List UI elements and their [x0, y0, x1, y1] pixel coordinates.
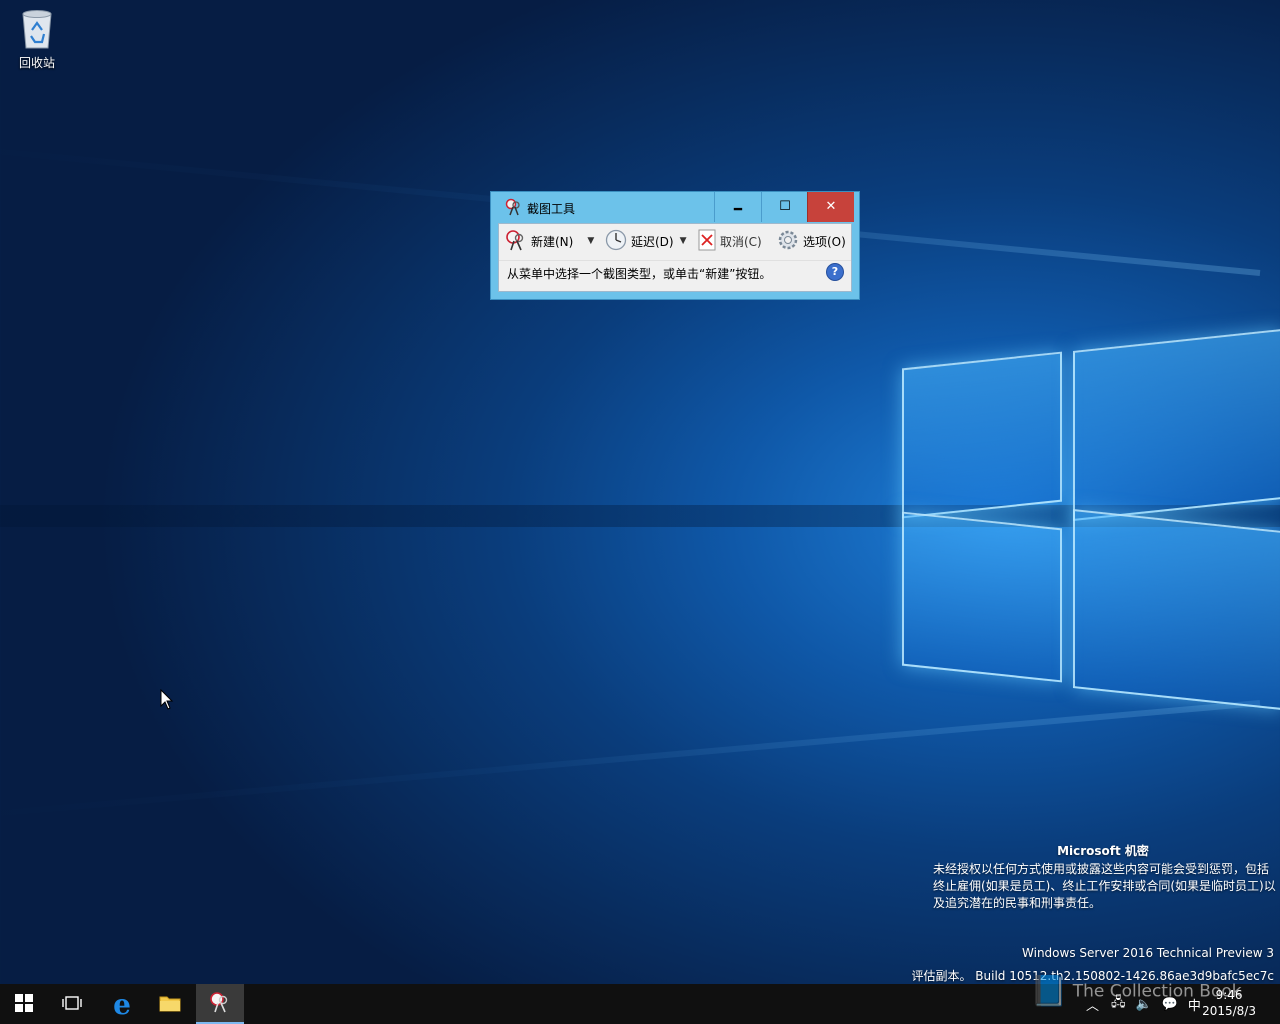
book-icon: 📘 [1030, 974, 1068, 1009]
cancel-button[interactable]: 取消(C) [698, 228, 762, 254]
new-snip-dropdown-arrow[interactable]: ▼ [587, 236, 594, 246]
snipping-tool-app-icon [505, 198, 523, 216]
title-bar[interactable]: 截图工具 🗕 ☐ ✕ [491, 192, 859, 223]
start-button[interactable] [0, 984, 48, 1024]
recycle-bin-shortcut[interactable]: 回收站 [8, 6, 66, 71]
edition-text: Windows Server 2016 Technical Preview 3 [1022, 946, 1274, 960]
window-client-area: 新建(N) ▼ 延迟(D) ▼ 取消(C) 选项(O) 从菜单中选择一个截图类型… [498, 223, 852, 292]
overlay-watermark: 📘 The Collection Book [1030, 974, 1242, 1009]
status-text: 从菜单中选择一个截图类型，或单击“新建”按钮。 [507, 267, 772, 281]
wallpaper-pane-4 [1073, 509, 1280, 710]
overlay-watermark-text: The Collection Book [1072, 981, 1242, 1002]
recycle-bin-label: 回收站 [18, 56, 55, 70]
window-title: 截图工具 [527, 202, 576, 216]
close-icon: ✕ [825, 199, 837, 214]
task-view-button[interactable] [48, 984, 96, 1024]
folder-icon [159, 994, 181, 1015]
minimize-button[interactable]: 🗕 [714, 192, 761, 222]
cancel-label: 取消(C) [720, 234, 762, 249]
confidential-title: Microsoft 机密 [1057, 844, 1149, 858]
clock-icon [605, 229, 627, 254]
delay-button[interactable]: 延迟(D) ▼ [605, 228, 687, 254]
new-snip-button[interactable]: 新建(N) ▼ [505, 228, 594, 254]
help-icon[interactable]: ? [826, 263, 844, 281]
options-button[interactable]: 选项(O) [777, 228, 846, 254]
windows-logo-icon [15, 993, 33, 1015]
new-snip-label: 新建(N) [531, 234, 574, 249]
maximize-button[interactable]: ☐ [761, 192, 808, 222]
confidential-notice: 未经授权以任何方式使用或披露这些内容可能会受到惩罚，包括终止雇佣(如果是员工)、… [933, 862, 1276, 910]
close-button[interactable]: ✕ [807, 192, 854, 222]
wallpaper-pane-1 [902, 351, 1062, 519]
scissors-icon [505, 229, 527, 254]
gear-icon [777, 229, 799, 254]
cancel-icon [698, 229, 716, 254]
edge-taskbar-button[interactable]: e [98, 984, 146, 1024]
wallpaper-pane-2 [1073, 329, 1280, 521]
minimize-icon: 🗕 [733, 201, 743, 216]
maximize-icon: ☐ [779, 199, 791, 214]
mouse-cursor-icon [160, 688, 174, 714]
task-view-icon [62, 995, 82, 1014]
toolbar: 新建(N) ▼ 延迟(D) ▼ 取消(C) 选项(O) [499, 224, 851, 261]
options-label: 选项(O) [803, 234, 846, 249]
wallpaper-pane-3 [902, 511, 1062, 683]
file-explorer-button[interactable] [146, 984, 194, 1024]
snipping-tool-taskbar-button[interactable] [196, 984, 244, 1024]
delay-dropdown-arrow[interactable]: ▼ [680, 236, 687, 246]
snipping-tool-taskbar-icon [209, 991, 231, 1016]
delay-label: 延迟(D) [631, 234, 674, 249]
recycle-bin-icon [18, 8, 56, 50]
snipping-tool-window[interactable]: 截图工具 🗕 ☐ ✕ 新建(N) ▼ 延迟(D) ▼ 取消(C) 选项(O) 从… [490, 191, 860, 300]
edge-browser-icon: e [113, 987, 131, 1021]
